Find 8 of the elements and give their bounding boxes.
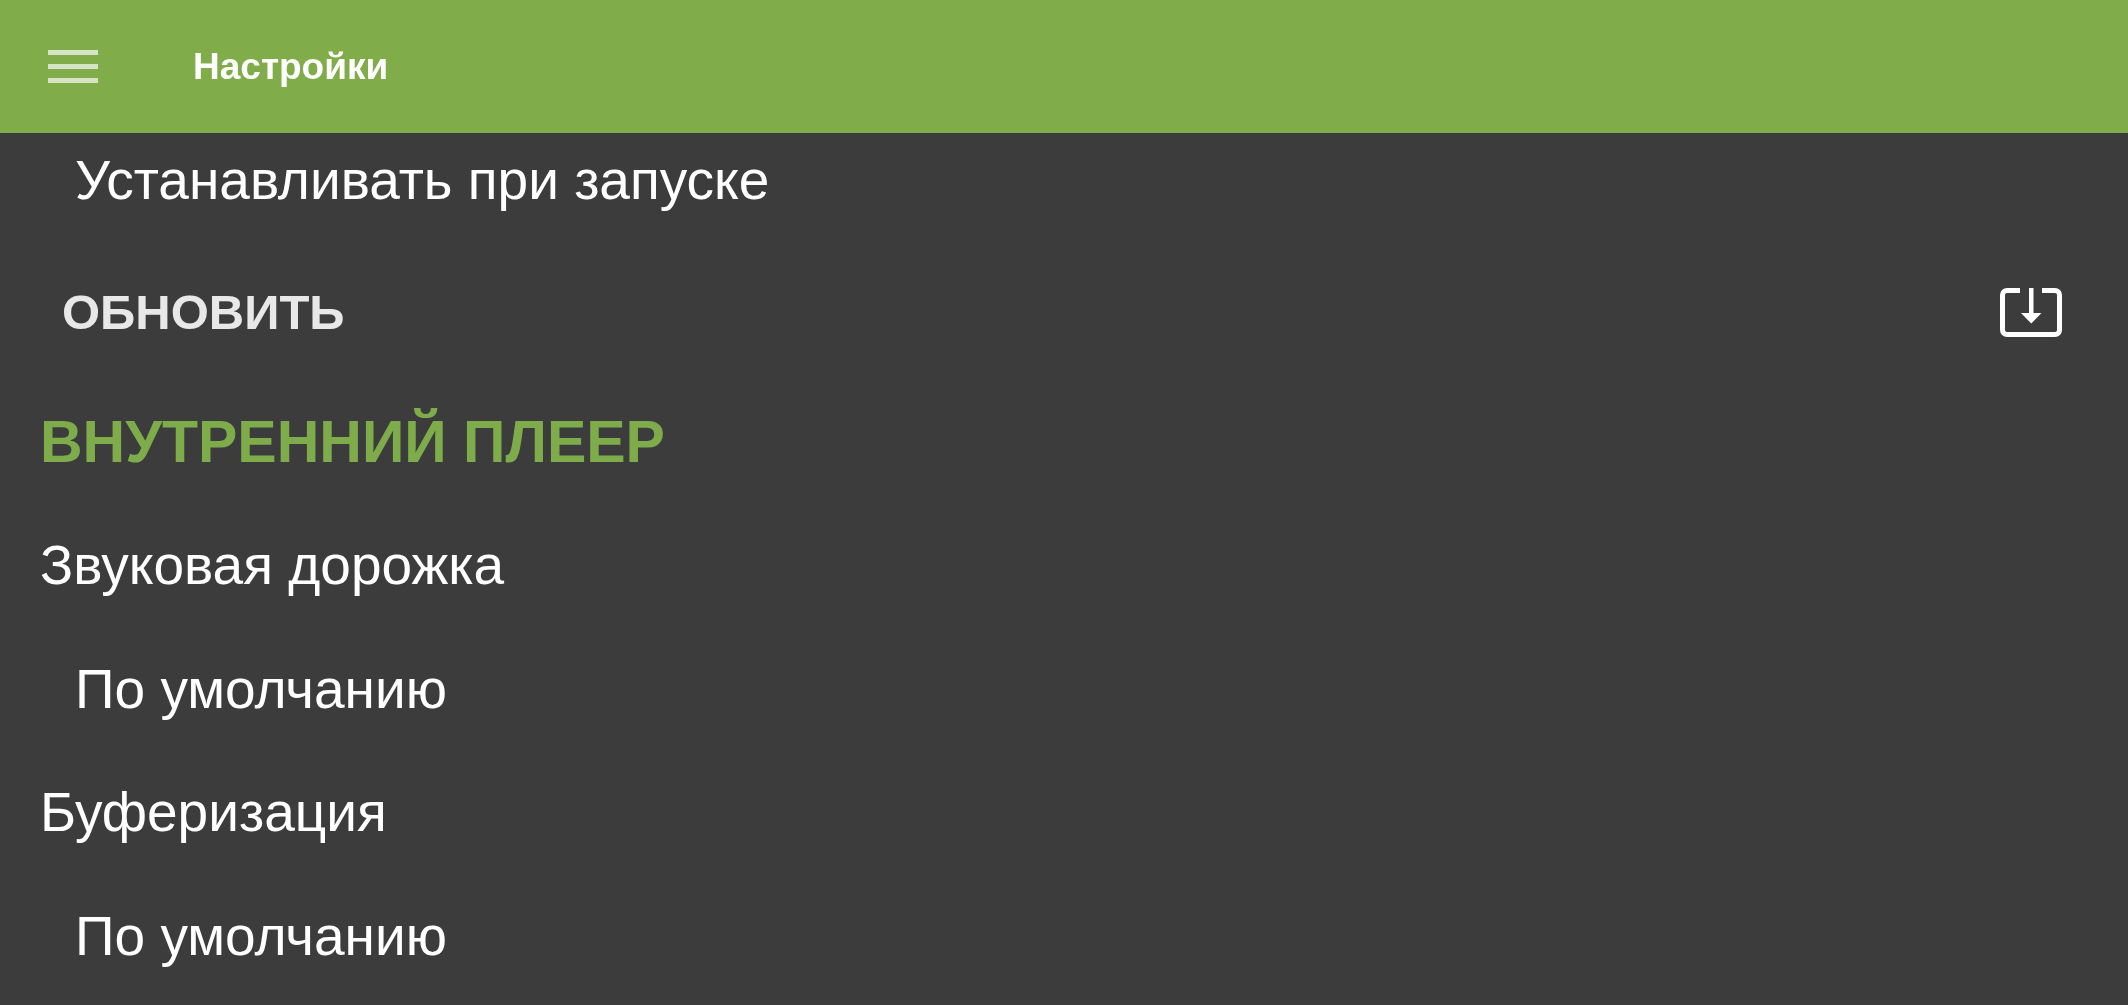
update-action[interactable]: ОБНОВИТЬ (62, 282, 345, 342)
app-bar-title: Настройки (193, 44, 389, 89)
download-icon[interactable] (2000, 287, 2062, 337)
preference-title: Буферизация (40, 782, 387, 842)
preference-summary: По умолчанию (75, 659, 447, 719)
preference-summary: Устанавливать при запуске (75, 150, 770, 210)
preference-summary: По умолчанию (75, 906, 447, 966)
preference-title: Звуковая дорожка (40, 535, 505, 595)
